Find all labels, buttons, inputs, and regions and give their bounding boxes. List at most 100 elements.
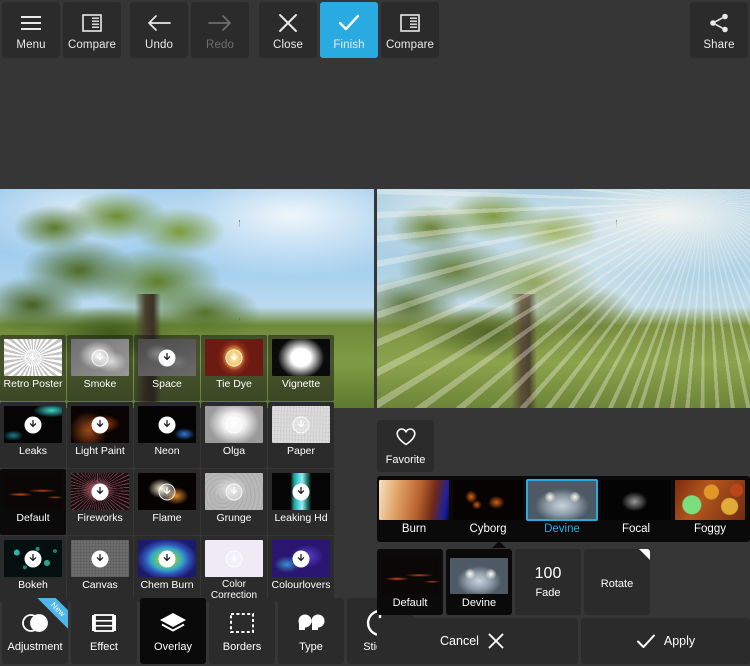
compare-split-icon [399,10,421,36]
nav-item-label: Effect [90,641,118,653]
download-icon[interactable] [91,483,109,500]
control-thumbnail [450,558,508,594]
overlay-cell-label: Olga [222,445,246,457]
download-icon[interactable] [158,416,176,433]
overlay-controls-row: Default Devine 100 Fade Rotate [377,549,650,615]
download-icon[interactable] [225,416,243,433]
download-icon[interactable] [24,349,42,366]
overlay-cell-colourlovers[interactable]: Colourlovers [268,536,334,602]
redo-button-label: Redo [206,38,234,51]
nav-item-label: Borders [222,641,262,653]
control-default[interactable]: Default [377,549,443,615]
control-rotate[interactable]: Rotate [584,549,650,615]
overlay-cell-fireworks[interactable]: Fireworks [67,469,133,535]
overlay-cell-label: Fireworks [77,512,123,524]
download-icon[interactable] [24,416,42,433]
filter-label: Foggy [694,523,726,535]
nav-item-label: Adjustment [7,641,63,653]
filter-item-cyborg[interactable]: Cyborg [451,480,525,538]
overlay-cell-grunge[interactable]: Grunge [201,469,267,535]
download-icon[interactable] [91,416,109,433]
overlay-cell-bokeh[interactable]: Bokeh [0,536,66,602]
control-thumbnail [381,558,439,594]
edited-photo[interactable] [377,189,750,408]
overlay-cell-vignette[interactable]: Vignette [268,335,334,401]
heart-outline-icon [395,427,417,452]
undo-button[interactable]: Undo [130,2,188,58]
compare-button-right[interactable]: Compare [381,2,439,58]
overlay-cell-leaking-hd[interactable]: Leaking Hd [268,469,334,535]
checkmark-icon [636,633,656,650]
overlay-cell-leaks[interactable]: Leaks [0,402,66,468]
finish-button[interactable]: Finish [320,2,378,58]
menu-button-label: Menu [16,38,46,51]
toolbar-group-menu: Menu Compare [2,2,121,58]
apply-button[interactable]: Apply [581,618,750,664]
overlay-thumbnail [4,339,62,376]
overlay-cell-color-correction[interactable]: Color Correction [201,536,267,602]
toolbar-group-history: Undo Redo [130,2,249,58]
arrow-left-icon [146,10,172,36]
close-button[interactable]: Close [259,2,317,58]
overlay-cell-chem-burn[interactable]: Chem Burn [134,536,200,602]
menu-button[interactable]: Menu [2,2,60,58]
overlay-cell-default[interactable]: Default [0,469,66,535]
filter-item-devine[interactable]: Devine [525,479,599,538]
filter-item-focal[interactable]: Focal [599,480,673,538]
redo-button[interactable]: Redo [191,2,249,58]
download-icon[interactable] [225,349,243,366]
control-label: Devine [461,597,497,609]
overlay-thumbnail [4,406,62,443]
overlay-thumbnail [205,473,263,510]
overlay-thumbnail [272,339,330,376]
overlay-cell-smoke[interactable]: Smoke [67,335,133,401]
filter-item-burn[interactable]: Burn [377,480,451,538]
overlay-cell-label: Space [152,378,182,390]
download-icon[interactable] [225,550,243,567]
download-icon[interactable] [158,550,176,567]
overlay-cell-neon[interactable]: Neon [134,402,200,468]
download-icon[interactable] [91,349,109,366]
overlay-thumbnail [138,473,196,510]
compare-button-left[interactable]: Compare [63,2,121,58]
overlay-cell-light-paint[interactable]: Light Paint [67,402,133,468]
overlay-thumbnail [71,339,129,376]
download-icon[interactable] [292,349,310,366]
filter-thumbnail [453,480,523,520]
overlay-cell-canvas[interactable]: Canvas [67,536,133,602]
download-icon[interactable] [292,416,310,433]
nav-item-adjustment[interactable]: Adjustment New [2,598,68,664]
download-icon[interactable] [91,550,109,567]
download-icon[interactable] [158,483,176,500]
overlay-cell-olga[interactable]: Olga [201,402,267,468]
download-icon[interactable] [292,483,310,500]
filter-thumbnail [601,480,671,520]
control-fade[interactable]: 100 Fade [515,549,581,615]
cancel-button[interactable]: Cancel [377,618,578,664]
overlay-cell-label: Light Paint [75,445,125,457]
overlay-filter-strip: Burn Cyborg Devine Focal Foggy [377,476,750,542]
download-icon[interactable] [292,550,310,567]
overlay-thumbnail [4,473,62,510]
nav-item-borders[interactable]: Borders [209,598,275,664]
overlay-cell-retro-poster[interactable]: Retro Poster [0,335,66,401]
download-icon[interactable] [158,349,176,366]
overlay-cell-label: Bokeh [18,579,48,591]
compare-split-icon [81,10,103,36]
favorite-button[interactable]: Favorite [377,420,434,472]
control-devine[interactable]: Devine [446,549,512,615]
nav-item-overlay[interactable]: Overlay [140,598,206,664]
overlay-cell-tie-dye[interactable]: Tie Dye [201,335,267,401]
overlapping-circles-icon [20,609,50,637]
download-icon[interactable] [225,483,243,500]
nav-item-effect[interactable]: Effect [71,598,137,664]
download-icon[interactable] [24,550,42,567]
overlay-cell-paper[interactable]: Paper [268,402,334,468]
overlay-cell-flame[interactable]: Flame [134,469,200,535]
toolbar-group-share: Share [690,2,748,58]
share-button[interactable]: Share [690,2,748,58]
filter-item-foggy[interactable]: Foggy [673,480,747,538]
nav-item-type[interactable]: Type [278,598,344,664]
overlay-cell-label: Vignette [281,378,321,390]
overlay-cell-space[interactable]: Space [134,335,200,401]
